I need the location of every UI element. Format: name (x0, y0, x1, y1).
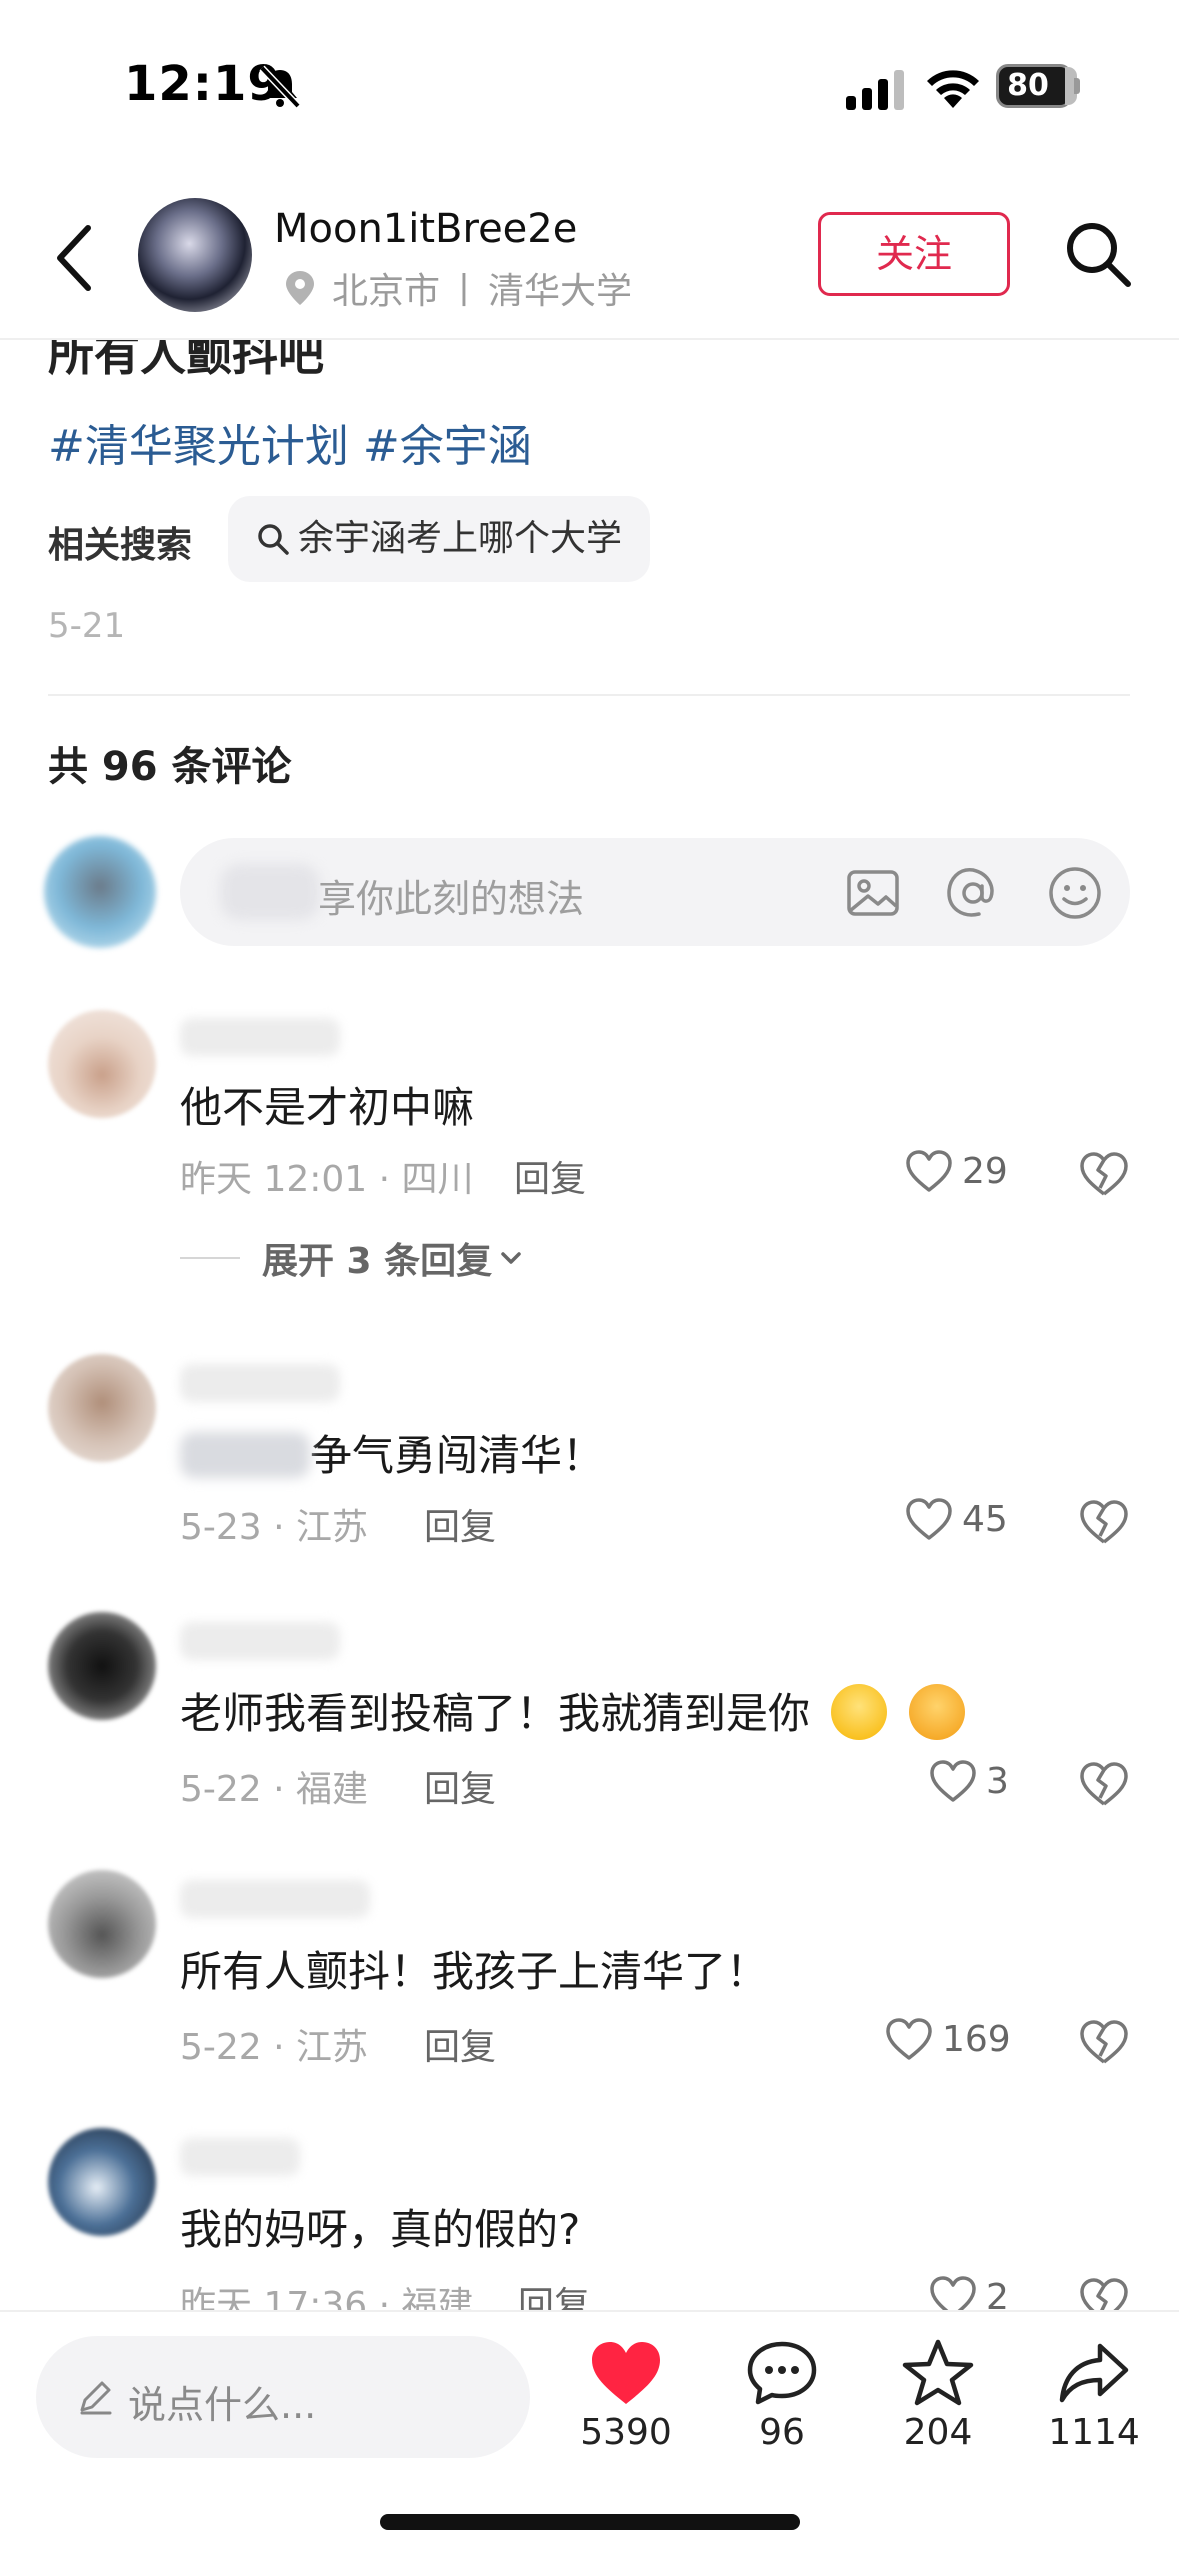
comment-input-placeholder: 享你此刻的想法 (318, 877, 585, 921)
like-button[interactable]: 169 (884, 2016, 1011, 2062)
blushing-emoji-icon (908, 1684, 965, 1740)
comment-meta: 5-22 · 江苏 (180, 2027, 369, 2068)
commenter-name[interactable] (180, 1364, 340, 1402)
location-city: 北京市 (332, 271, 441, 312)
comment-meta: 5-22 · 福建 (180, 1769, 369, 1810)
like-button[interactable]: 3 (928, 1758, 1009, 1804)
favorite-post-button[interactable]: 204 (878, 2338, 998, 2453)
comment-text: 老师我看到投稿了！我就猜到是你 (180, 1689, 811, 1738)
pencil-icon (80, 2381, 112, 2415)
star-icon (902, 2339, 974, 2406)
commenter-name[interactable] (180, 1018, 340, 1056)
hashtag-link[interactable]: #清华聚光计划 (48, 421, 349, 472)
post-title: 所有人颤抖吧 (48, 340, 324, 381)
related-search-chip[interactable]: 余宇涵考上哪个大学 (228, 496, 651, 582)
comment-text-row: 老师我看到投稿了！我就猜到是你 (180, 1680, 965, 1741)
hashtag-link[interactable]: #余宇涵 (363, 421, 532, 472)
post-favorite-count: 204 (903, 2412, 973, 2453)
reply-button[interactable]: 回复 (424, 1498, 496, 1550)
my-avatar (44, 836, 156, 948)
like-button[interactable]: 29 (904, 1148, 1008, 1194)
commenter-avatar[interactable] (48, 1870, 156, 1978)
comment-text: 所有人颤抖！我孩子上清华了！ (180, 1947, 769, 1996)
commenter-name[interactable] (180, 1622, 340, 1660)
comment-text-row: 争气勇闯清华！ (180, 1422, 604, 1483)
post-comment-count: 96 (759, 2412, 805, 2453)
post-header: Moon1itBree2e 北京市 丨 清华大学 关注 (0, 170, 1179, 340)
expand-replies-button[interactable]: 展开 3 条回复 (180, 1232, 524, 1284)
dislike-icon[interactable] (1078, 1760, 1130, 1808)
comment-meta: 5-23 · 江苏 (180, 1507, 369, 1548)
comment-post-button[interactable]: 96 (722, 2338, 842, 2453)
reply-button[interactable]: 回复 (424, 1760, 496, 1812)
battery-level: 80 (1007, 68, 1049, 103)
like-post-button[interactable]: 5390 (566, 2338, 686, 2453)
follow-button[interactable]: 关注 (818, 212, 1010, 296)
post-date: 5-21 (48, 606, 126, 646)
like-button[interactable]: 45 (904, 1496, 1008, 1542)
reply-button[interactable]: 回复 (424, 2018, 496, 2070)
location-school: 清华大学 (488, 271, 633, 312)
comment-count: 共 96 条评论 (48, 744, 292, 790)
like-count: 169 (942, 2018, 1011, 2060)
heart-icon (886, 2018, 932, 2060)
emoji-icon[interactable] (1046, 864, 1104, 922)
post-title-clip-region: 所有人颤抖吧 (0, 340, 1179, 396)
battery-icon: 80 (996, 64, 1080, 108)
heart-icon (906, 1150, 952, 1192)
commenter-name[interactable] (180, 1880, 370, 1918)
back-icon[interactable] (50, 220, 100, 296)
comment-input[interactable]: 享你此刻的想法 (180, 838, 1130, 946)
related-search-label: 相关搜索 (48, 525, 193, 566)
commenter-name[interactable] (180, 2138, 300, 2176)
commenter-avatar[interactable] (48, 1612, 156, 1720)
comment-text: 他不是才初中嘛 (180, 1083, 475, 1132)
share-post-button[interactable]: 1114 (1034, 2338, 1154, 2453)
dislike-icon[interactable] (1078, 2018, 1130, 2066)
status-bar: 12:19 80 (0, 0, 1179, 170)
commenter-avatar[interactable] (48, 1354, 156, 1462)
comment-bubble-icon (747, 2341, 817, 2405)
chevron-down-icon (501, 1252, 521, 1264)
reply-button[interactable]: 回复 (514, 1150, 586, 1202)
commenter-avatar[interactable] (48, 1010, 156, 1118)
heart-icon (930, 1760, 976, 1802)
location-separator: 丨 (446, 271, 483, 312)
like-count: 45 (962, 1498, 1008, 1540)
comment-meta: 昨天 12:01 · 四川 (180, 1159, 474, 1200)
search-icon (258, 524, 289, 555)
comment-text: 我的妈呀，真的假的? (180, 2205, 581, 2254)
hashtag-list: #清华聚光计划 #余宇涵 (48, 410, 546, 474)
heart-filled-icon (592, 2342, 660, 2404)
search-icon[interactable] (1064, 220, 1132, 288)
like-count: 29 (962, 1150, 1008, 1192)
expand-replies-label: 展开 3 条回复 (262, 1241, 493, 1282)
location-pin-icon (286, 271, 314, 305)
image-icon[interactable] (844, 864, 902, 922)
wifi-icon (927, 70, 979, 108)
comment-text: 争气勇闯清华！ (310, 1431, 605, 1480)
say-something-placeholder: 说点什么... (128, 2383, 317, 2427)
post-share-count: 1114 (1048, 2412, 1140, 2453)
like-count: 3 (986, 1760, 1009, 1802)
bell-muted-icon (259, 65, 301, 108)
author-name[interactable]: Moon1itBree2e (274, 206, 577, 252)
dislike-icon[interactable] (1078, 1498, 1130, 1546)
crying-emoji-icon (831, 1684, 888, 1740)
post-like-count: 5390 (580, 2412, 672, 2453)
divider (48, 694, 1130, 696)
author-location: 北京市 丨 清华大学 (286, 262, 632, 314)
dislike-icon[interactable] (1078, 1150, 1130, 1198)
say-something-input[interactable]: 说点什么... (36, 2336, 530, 2458)
home-indicator[interactable] (380, 2514, 800, 2530)
heart-icon (906, 1498, 952, 1540)
author-avatar[interactable] (138, 198, 252, 312)
share-arrow-icon (1059, 2343, 1129, 2403)
cellular-signal-icon (846, 70, 904, 110)
related-search-query: 余宇涵考上哪个大学 (298, 518, 623, 559)
mention-icon[interactable] (944, 864, 1002, 922)
commenter-avatar[interactable] (48, 2128, 156, 2236)
